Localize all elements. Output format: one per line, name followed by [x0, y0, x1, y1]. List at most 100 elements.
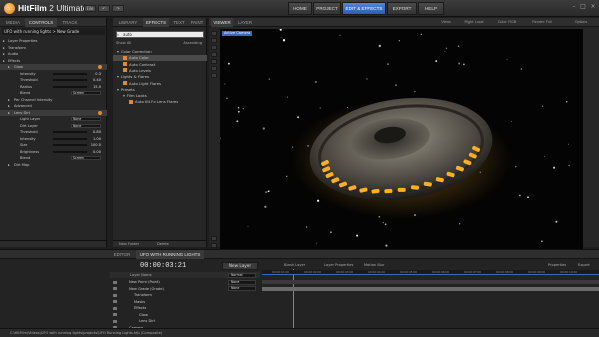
effect-item[interactable]: ▾ Presets [113, 87, 207, 93]
expand-arrow-icon[interactable]: ▸ [8, 64, 10, 70]
layer-row[interactable]: Lens Dirt [110, 318, 260, 324]
control-row[interactable]: Radius 15.0 [0, 84, 107, 90]
mask-tool-icon[interactable] [211, 52, 217, 57]
control-slider[interactable] [53, 131, 87, 133]
tab-track[interactable]: TRACK [58, 18, 82, 27]
blend-mode-dropdown[interactable]: None [228, 279, 256, 285]
tab-layer[interactable]: LAYER [236, 18, 254, 27]
select-tool-icon[interactable] [211, 31, 217, 36]
tab-text[interactable]: TEXT [171, 18, 187, 27]
nav-edit-effects[interactable]: EDIT & EFFECTS [342, 2, 386, 15]
expand-arrow-icon[interactable]: ▸ [3, 58, 5, 64]
control-row[interactable]: ▸ Per Channel Intensity [0, 97, 107, 103]
control-row[interactable]: Threshold 0.40 [0, 77, 107, 83]
effect-item[interactable]: ▾ Film Looks [113, 93, 207, 99]
control-row[interactable]: Blend Screen [0, 90, 107, 96]
minimize-icon[interactable]: – [570, 3, 578, 10]
visibility-icon[interactable] [113, 319, 117, 323]
effect-item[interactable]: Auto Levels [113, 68, 207, 74]
maximize-icon[interactable]: □ [579, 3, 587, 10]
layer-track[interactable] [262, 286, 599, 292]
control-slider[interactable] [53, 137, 87, 140]
tab-paint[interactable]: PAINT [189, 18, 205, 27]
layer-row[interactable]: Glow [110, 312, 260, 318]
control-row[interactable]: ▸ Lens Dirt [0, 109, 107, 116]
tab-media[interactable]: MEDIA [2, 18, 24, 27]
layer-track[interactable] [262, 292, 599, 298]
nav-home[interactable]: HOME [288, 2, 312, 15]
expand-arrow-icon[interactable]: ▸ [3, 51, 5, 57]
expand-arrow-icon[interactable]: ▸ [3, 45, 5, 51]
effect-item[interactable]: Auto Kit Fx Lens Flares [113, 99, 207, 105]
effect-item[interactable]: Auto Contrast [113, 62, 207, 68]
viewer-tool-0[interactable]: Views [431, 18, 461, 27]
expand-arrow-icon[interactable]: ▸ [8, 110, 10, 116]
expand-arrow-icon[interactable]: ▸ [8, 103, 10, 109]
close-icon[interactable]: × [589, 3, 597, 10]
layer-row[interactable]: Masks [110, 299, 260, 305]
layer-row[interactable]: Effects [110, 305, 260, 311]
visibility-icon[interactable] [113, 313, 117, 316]
viewer-tool-4[interactable]: Options [566, 18, 596, 27]
control-row[interactable]: Brightness 0.00 [0, 149, 107, 155]
new-folder-button[interactable]: New Folder [119, 242, 139, 246]
control-row[interactable]: ▸ Glow [0, 64, 107, 70]
new-layer-button[interactable]: New Layer [222, 262, 258, 270]
control-value[interactable]: 0.3 [95, 71, 101, 77]
control-row[interactable]: Intensity 0.3 [0, 71, 107, 77]
layer-track[interactable] [262, 299, 599, 305]
control-row[interactable]: Threshold 0.80 [0, 129, 107, 135]
effect-item[interactable]: Auto Color [113, 55, 207, 62]
expand-arrow-icon[interactable]: ▸ [8, 162, 10, 168]
control-row[interactable]: ▸ Dirt Map [0, 162, 107, 168]
control-row[interactable]: Size 100.0 [0, 142, 107, 148]
grid-icon[interactable] [211, 236, 217, 241]
control-row[interactable]: Blend Screen [0, 155, 107, 161]
rotate-tool-icon[interactable] [211, 59, 217, 64]
tab-composite[interactable]: UFO WITH RUNNING LIGHTS [136, 250, 204, 259]
expand-arrow-icon[interactable]: ▸ [3, 38, 5, 44]
tab-viewer[interactable]: VIEWER [211, 18, 233, 27]
viewer-canvas[interactable]: Active Camera [220, 29, 583, 253]
control-dropdown[interactable]: Screen [71, 91, 101, 95]
layer-track[interactable] [262, 312, 599, 318]
control-slider[interactable] [53, 85, 87, 88]
group-select[interactable]: Show All [116, 41, 131, 45]
text-tool-icon[interactable] [211, 73, 217, 78]
layer-clip[interactable] [262, 286, 599, 291]
timeline-tool-2[interactable]: Motion Blur [364, 263, 385, 267]
control-row[interactable]: Intensity 1.00 [0, 136, 107, 142]
sort-select[interactable]: Ascending [183, 41, 202, 45]
pan-tool-icon[interactable] [211, 38, 217, 43]
guides-icon[interactable] [211, 243, 217, 248]
visibility-icon[interactable] [113, 287, 117, 290]
visibility-icon[interactable] [113, 300, 117, 303]
control-slider[interactable] [53, 72, 87, 75]
layer-clip[interactable] [262, 280, 599, 284]
active-camera-badge[interactable]: Active Camera [222, 31, 253, 36]
visibility-icon[interactable] [113, 293, 117, 297]
timeline-tool-0[interactable]: Blank Layer [284, 263, 305, 267]
control-value[interactable]: 0.80 [93, 129, 101, 135]
visibility-icon[interactable] [113, 306, 117, 310]
timeline-timecode[interactable]: 00:00:03:21 [140, 262, 186, 270]
undo-icon[interactable]: ↶ [98, 5, 110, 12]
viewer-tool-1[interactable]: Right: Local [459, 18, 489, 27]
timeline-tool-1[interactable]: Layer Properties [324, 263, 353, 267]
nav-project[interactable]: PROJECT [313, 2, 341, 15]
control-dropdown[interactable]: None [71, 117, 101, 121]
control-value[interactable]: 15.0 [93, 84, 101, 90]
control-slider[interactable] [53, 144, 87, 146]
layer-track[interactable] [262, 305, 599, 311]
control-row[interactable]: ▸ Advanced [0, 103, 107, 109]
properties-button[interactable]: Properties [548, 263, 566, 267]
effect-item[interactable]: ▾ Lights & Flares [113, 74, 207, 80]
viewer-tool-3[interactable]: Render: Full [527, 18, 557, 27]
control-row[interactable]: ▸ Layer Properties [0, 38, 107, 44]
control-value[interactable]: 0.00 [93, 149, 101, 155]
effect-enabled-icon[interactable] [98, 65, 102, 69]
layer-row[interactable]: Transform [110, 292, 260, 298]
blend-mode-dropdown[interactable]: None [228, 286, 256, 291]
control-row[interactable]: ▸ Audio [0, 51, 107, 57]
control-row[interactable]: Light Layer None [0, 116, 107, 122]
